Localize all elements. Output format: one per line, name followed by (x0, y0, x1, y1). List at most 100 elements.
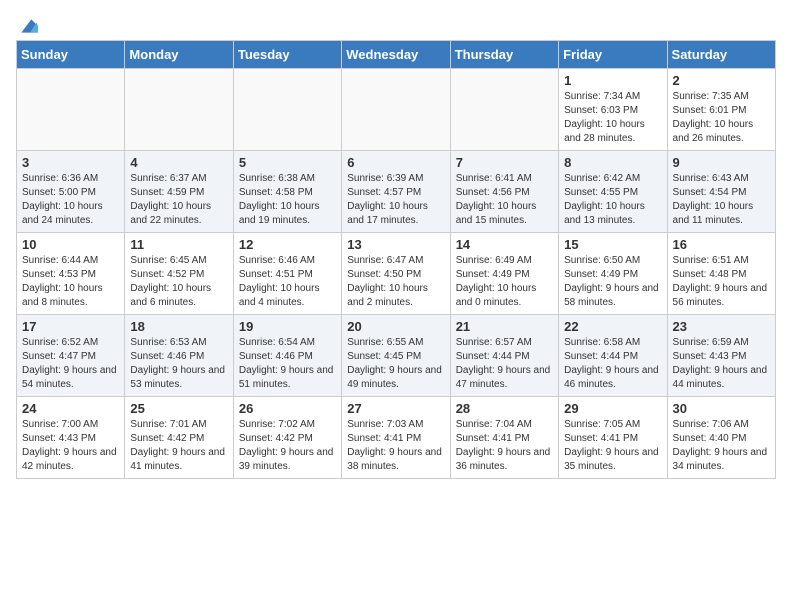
day-info: Sunrise: 7:05 AMSunset: 4:41 PMDaylight:… (564, 418, 661, 474)
col-header-sunday: Sunday (17, 41, 125, 69)
calendar-table: SundayMondayTuesdayWednesdayThursdayFrid… (16, 40, 776, 479)
calendar-day-cell: 25 Sunrise: 7:01 AMSunset: 4:42 PMDayligh… (125, 397, 233, 479)
calendar-day-cell: 23 Sunrise: 6:59 AMSunset: 4:43 PMDayligh… (667, 315, 775, 397)
day-info: Sunrise: 7:03 AMSunset: 4:41 PMDaylight:… (347, 418, 444, 474)
day-info: Sunrise: 7:06 AMSunset: 4:40 PMDaylight:… (673, 418, 770, 474)
calendar-day-cell: 7 Sunrise: 6:41 AMSunset: 4:56 PMDaylight… (450, 151, 558, 233)
calendar-day-cell (342, 69, 450, 151)
day-info: Sunrise: 6:45 AMSunset: 4:52 PMDaylight:… (130, 254, 227, 310)
calendar-day-cell: 19 Sunrise: 6:54 AMSunset: 4:46 PMDayligh… (233, 315, 341, 397)
calendar-day-cell: 10 Sunrise: 6:44 AMSunset: 4:53 PMDayligh… (17, 233, 125, 315)
day-number: 7 (456, 155, 553, 170)
calendar-day-cell: 2Sunrise: 7:35 AMSunset: 6:01 PMDaylight… (667, 69, 775, 151)
calendar-day-cell (233, 69, 341, 151)
day-number: 4 (130, 155, 227, 170)
day-number: 12 (239, 237, 336, 252)
calendar-day-cell: 16 Sunrise: 6:51 AMSunset: 4:48 PMDayligh… (667, 233, 775, 315)
calendar-day-cell: 27Sunrise: 7:03 AMSunset: 4:41 PMDayligh… (342, 397, 450, 479)
day-info: Sunrise: 6:41 AMSunset: 4:56 PMDaylight:… (456, 172, 553, 228)
day-info: Sunrise: 6:36 AMSunset: 5:00 PMDaylight:… (22, 172, 119, 228)
day-info: Sunrise: 6:39 AMSunset: 4:57 PMDaylight:… (347, 172, 444, 228)
calendar-day-cell: 26Sunrise: 7:02 AMSunset: 4:42 PMDayligh… (233, 397, 341, 479)
day-number: 17 (22, 319, 119, 334)
calendar-day-cell: 30 Sunrise: 7:06 AMSunset: 4:40 PMDayligh… (667, 397, 775, 479)
day-info: Sunrise: 7:34 AMSunset: 6:03 PMDaylight:… (564, 90, 661, 146)
col-header-wednesday: Wednesday (342, 41, 450, 69)
day-number: 22 (564, 319, 661, 334)
calendar-day-cell: 1 Sunrise: 7:34 AMSunset: 6:03 PMDaylight… (559, 69, 667, 151)
calendar-week-row: 1 Sunrise: 7:34 AMSunset: 6:03 PMDaylight… (17, 69, 776, 151)
day-number: 20 (347, 319, 444, 334)
day-number: 24 (22, 401, 119, 416)
col-header-monday: Monday (125, 41, 233, 69)
day-info: Sunrise: 6:59 AMSunset: 4:43 PMDaylight:… (673, 336, 770, 392)
day-number: 9 (673, 155, 770, 170)
day-info: Sunrise: 6:38 AMSunset: 4:58 PMDaylight:… (239, 172, 336, 228)
day-number: 16 (673, 237, 770, 252)
day-info: Sunrise: 6:46 AMSunset: 4:51 PMDaylight:… (239, 254, 336, 310)
calendar-day-cell: 24 Sunrise: 7:00 AMSunset: 4:43 PMDayligh… (17, 397, 125, 479)
day-number: 29 (564, 401, 661, 416)
day-info: Sunrise: 6:47 AMSunset: 4:50 PMDaylight:… (347, 254, 444, 310)
day-number: 21 (456, 319, 553, 334)
day-number: 10 (22, 237, 119, 252)
calendar-day-cell: 17Sunrise: 6:52 AMSunset: 4:47 PMDayligh… (17, 315, 125, 397)
page-header (16, 16, 776, 32)
day-info: Sunrise: 6:42 AMSunset: 4:55 PMDaylight:… (564, 172, 661, 228)
logo-icon (18, 16, 38, 36)
calendar-day-cell: 18Sunrise: 6:53 AMSunset: 4:46 PMDayligh… (125, 315, 233, 397)
day-info: Sunrise: 6:57 AMSunset: 4:44 PMDaylight:… (456, 336, 553, 392)
day-info: Sunrise: 7:04 AMSunset: 4:41 PMDaylight:… (456, 418, 553, 474)
calendar-day-cell: 22 Sunrise: 6:58 AMSunset: 4:44 PMDayligh… (559, 315, 667, 397)
day-number: 25 (130, 401, 227, 416)
calendar-day-cell: 15 Sunrise: 6:50 AMSunset: 4:49 PMDayligh… (559, 233, 667, 315)
calendar-day-cell: 20 Sunrise: 6:55 AMSunset: 4:45 PMDayligh… (342, 315, 450, 397)
calendar-day-cell: 5 Sunrise: 6:38 AMSunset: 4:58 PMDaylight… (233, 151, 341, 233)
calendar-day-cell: 8 Sunrise: 6:42 AMSunset: 4:55 PMDaylight… (559, 151, 667, 233)
day-number: 14 (456, 237, 553, 252)
calendar-day-cell: 21 Sunrise: 6:57 AMSunset: 4:44 PMDayligh… (450, 315, 558, 397)
day-info: Sunrise: 6:51 AMSunset: 4:48 PMDaylight:… (673, 254, 770, 310)
day-info: Sunrise: 6:55 AMSunset: 4:45 PMDaylight:… (347, 336, 444, 392)
calendar-day-cell: 3Sunrise: 6:36 AMSunset: 5:00 PMDaylight… (17, 151, 125, 233)
day-number: 28 (456, 401, 553, 416)
day-info: Sunrise: 6:58 AMSunset: 4:44 PMDaylight:… (564, 336, 661, 392)
calendar-day-cell: 13 Sunrise: 6:47 AMSunset: 4:50 PMDayligh… (342, 233, 450, 315)
day-number: 5 (239, 155, 336, 170)
calendar-week-row: 24 Sunrise: 7:00 AMSunset: 4:43 PMDayligh… (17, 397, 776, 479)
calendar-header-row: SundayMondayTuesdayWednesdayThursdayFrid… (17, 41, 776, 69)
calendar-day-cell: 6Sunrise: 6:39 AMSunset: 4:57 PMDaylight… (342, 151, 450, 233)
logo (16, 16, 38, 32)
day-number: 26 (239, 401, 336, 416)
calendar-day-cell: 12 Sunrise: 6:46 AMSunset: 4:51 PMDayligh… (233, 233, 341, 315)
calendar-week-row: 10 Sunrise: 6:44 AMSunset: 4:53 PMDayligh… (17, 233, 776, 315)
day-number: 30 (673, 401, 770, 416)
day-number: 19 (239, 319, 336, 334)
calendar-day-cell: 4Sunrise: 6:37 AMSunset: 4:59 PMDaylight… (125, 151, 233, 233)
day-number: 2 (673, 73, 770, 88)
calendar-day-cell: 11 Sunrise: 6:45 AMSunset: 4:52 PMDayligh… (125, 233, 233, 315)
day-info: Sunrise: 6:44 AMSunset: 4:53 PMDaylight:… (22, 254, 119, 310)
calendar-day-cell: 9 Sunrise: 6:43 AMSunset: 4:54 PMDaylight… (667, 151, 775, 233)
day-info: Sunrise: 6:54 AMSunset: 4:46 PMDaylight:… (239, 336, 336, 392)
day-number: 15 (564, 237, 661, 252)
calendar-week-row: 3Sunrise: 6:36 AMSunset: 5:00 PMDaylight… (17, 151, 776, 233)
col-header-tuesday: Tuesday (233, 41, 341, 69)
calendar-day-cell (450, 69, 558, 151)
day-number: 11 (130, 237, 227, 252)
day-info: Sunrise: 7:00 AMSunset: 4:43 PMDaylight:… (22, 418, 119, 474)
calendar-day-cell: 28 Sunrise: 7:04 AMSunset: 4:41 PMDayligh… (450, 397, 558, 479)
calendar-day-cell: 29 Sunrise: 7:05 AMSunset: 4:41 PMDayligh… (559, 397, 667, 479)
day-info: Sunrise: 6:49 AMSunset: 4:49 PMDaylight:… (456, 254, 553, 310)
day-number: 8 (564, 155, 661, 170)
day-info: Sunrise: 7:01 AMSunset: 4:42 PMDaylight:… (130, 418, 227, 474)
day-number: 13 (347, 237, 444, 252)
day-info: Sunrise: 6:50 AMSunset: 4:49 PMDaylight:… (564, 254, 661, 310)
day-number: 23 (673, 319, 770, 334)
day-number: 1 (564, 73, 661, 88)
col-header-friday: Friday (559, 41, 667, 69)
day-info: Sunrise: 6:43 AMSunset: 4:54 PMDaylight:… (673, 172, 770, 228)
col-header-thursday: Thursday (450, 41, 558, 69)
col-header-saturday: Saturday (667, 41, 775, 69)
calendar-day-cell (125, 69, 233, 151)
